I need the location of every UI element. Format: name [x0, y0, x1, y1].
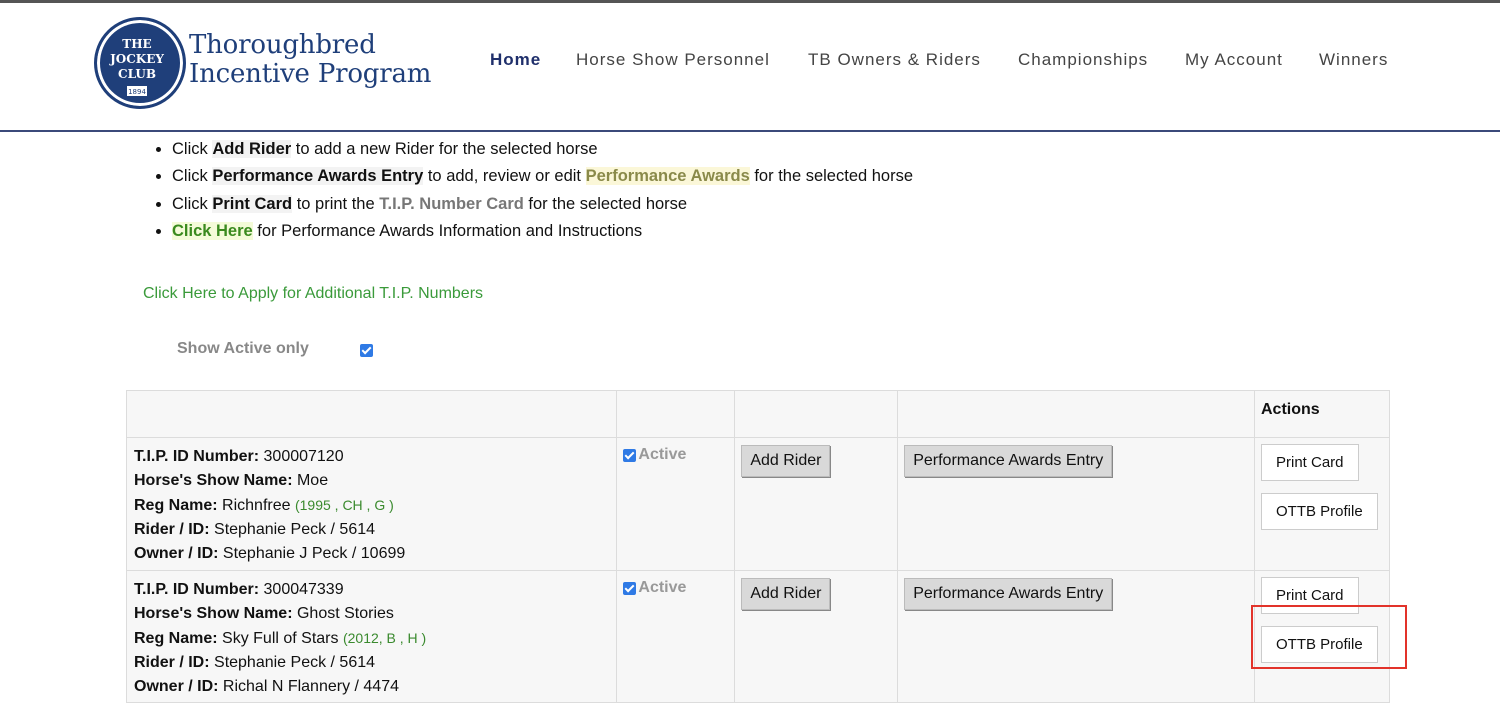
nav-my-account[interactable]: My Account	[1185, 50, 1283, 70]
show-active-label: Show Active only	[177, 340, 309, 357]
nav-winners[interactable]: Winners	[1319, 50, 1388, 70]
table-header-row: Actions	[125, 390, 1391, 438]
ottb-profile-button[interactable]: OTTB Profile	[1260, 493, 1378, 530]
performance-awards-entry-button[interactable]: Performance Awards Entry	[904, 445, 1113, 477]
horses-table: Actions T.I.P. ID Number: 300007120 Hors…	[125, 390, 1391, 703]
show-name: Moe	[296, 472, 329, 489]
performance-awards-entry-button[interactable]: Performance Awards Entry	[904, 578, 1113, 610]
instruction-click-here: Click Here for Performance Awards Inform…	[172, 218, 913, 245]
show-name: Ghost Stories	[296, 605, 394, 622]
ottb-profile-highlight	[1251, 605, 1407, 669]
apply-additional-tip-link[interactable]: Click Here to Apply for Additional T.I.P…	[143, 285, 483, 303]
jockey-club-logo[interactable]: THE JOCKEY CLUB 1894	[94, 17, 186, 109]
active-label: Active	[638, 579, 687, 596]
svg-text:THE: THE	[122, 37, 151, 51]
table-row: T.I.P. ID Number: 300007120 Horse's Show…	[125, 437, 1391, 571]
add-rider-button[interactable]: Add Rider	[741, 578, 831, 610]
horse-info: T.I.P. ID Number: 300007120 Horse's Show…	[125, 437, 618, 571]
active-checkbox[interactable]	[623, 582, 637, 595]
status-cell: Active	[616, 570, 736, 703]
wordmark-line-2: Incentive Program	[189, 59, 432, 89]
reg-name: Sky Full of Stars	[222, 630, 339, 647]
reg-detail: (1995 , CH , G )	[294, 497, 394, 513]
add-rider-button[interactable]: Add Rider	[741, 445, 831, 477]
status-cell: Active	[616, 437, 736, 571]
svg-text:CLUB: CLUB	[118, 67, 156, 81]
reg-detail: (2012, B , H )	[342, 630, 427, 646]
table-row: T.I.P. ID Number: 300047339 Horse's Show…	[125, 570, 1391, 703]
nav-tb-owners-riders[interactable]: TB Owners & Riders	[808, 50, 981, 70]
active-checkbox[interactable]	[623, 449, 637, 462]
rider-id: Stephanie Peck / 5614	[214, 654, 376, 671]
actions-header: Actions	[1253, 390, 1391, 438]
instruction-performance-awards: Click Performance Awards Entry to add, r…	[172, 163, 913, 190]
program-wordmark[interactable]: Thoroughbred Incentive Program	[189, 31, 431, 89]
rider-id: Stephanie Peck / 5614	[214, 521, 376, 538]
jockey-club-seal-icon: THE JOCKEY CLUB 1894	[109, 37, 164, 96]
tip-id: 300047339	[263, 581, 344, 598]
tip-id: 300007120	[263, 448, 344, 465]
owner-id: Richal N Flannery / 4474	[222, 678, 399, 695]
print-card-button[interactable]: Print Card	[1260, 444, 1359, 481]
show-active-checkbox[interactable]	[360, 344, 373, 357]
instructions-list: Click Add Rider to add a new Rider for t…	[150, 136, 913, 245]
instruction-add-rider: Click Add Rider to add a new Rider for t…	[172, 136, 913, 163]
instruction-print-card: Click Print Card to print the T.I.P. Num…	[172, 191, 913, 218]
wordmark-line-1: Thoroughbred	[189, 30, 376, 60]
nav-championships[interactable]: Championships	[1018, 50, 1148, 70]
reg-name: Richnfree	[222, 497, 291, 514]
active-label: Active	[638, 446, 687, 463]
header-band	[0, 116, 1500, 130]
svg-text:1894: 1894	[128, 88, 146, 96]
header-divider	[0, 130, 1500, 132]
site-header: THE JOCKEY CLUB 1894 Thoroughbred Incent…	[0, 3, 1500, 116]
horse-info: T.I.P. ID Number: 300047339 Horse's Show…	[125, 570, 618, 703]
nav-home[interactable]: Home	[490, 50, 541, 70]
click-here-link[interactable]: Click Here	[172, 221, 253, 240]
owner-id: Stephanie J Peck / 10699	[222, 545, 406, 562]
svg-text:JOCKEY: JOCKEY	[109, 52, 164, 66]
nav-horse-show-personnel[interactable]: Horse Show Personnel	[576, 50, 770, 70]
